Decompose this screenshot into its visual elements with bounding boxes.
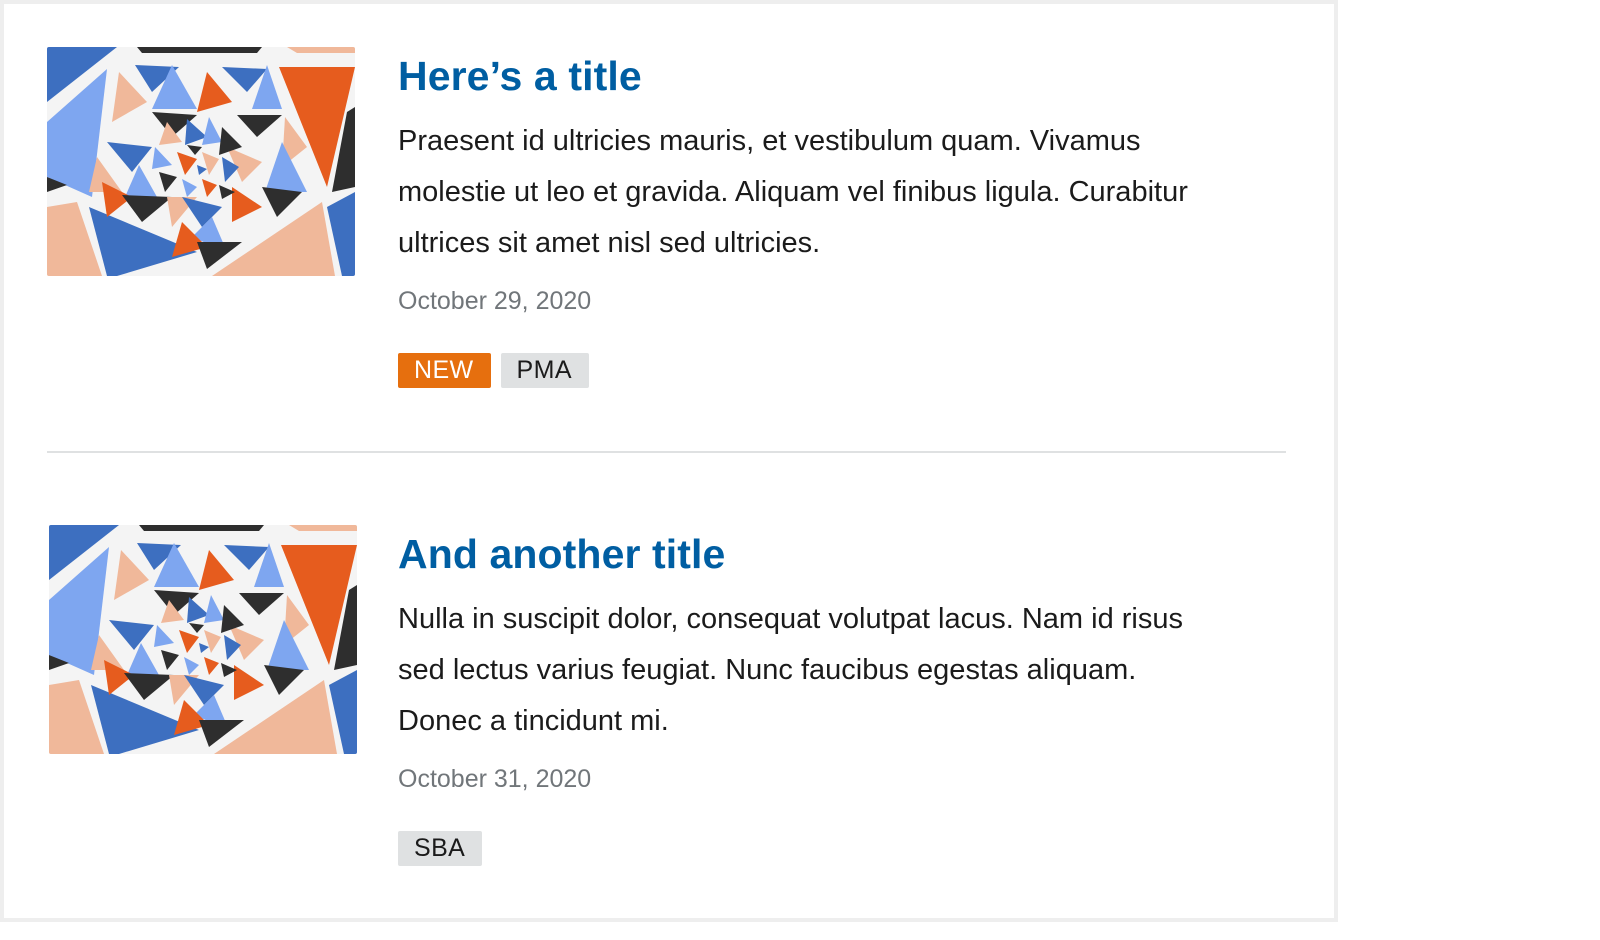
item-description: Nulla in suscipit dolor, consequat volut…	[398, 603, 1183, 737]
geometric-pattern-image	[47, 47, 355, 276]
tag-list: SBA	[398, 831, 1248, 866]
item-date: October 29, 2020	[398, 287, 592, 315]
item-description: Praesent id ultricies mauris, et vestibu…	[398, 125, 1188, 259]
geometric-pattern-image	[49, 525, 357, 754]
collection-item: Here’s a title Praesent id ultricies mau…	[47, 47, 1286, 407]
tag-pma[interactable]: PMA	[500, 353, 589, 388]
item-thumbnail-image[interactable]	[49, 525, 357, 754]
item-divider	[47, 451, 1286, 453]
item-content: Here’s a title Praesent id ultricies mau…	[398, 47, 1248, 388]
collection-item: And another title Nulla in suscipit dolo…	[47, 525, 1286, 885]
collection-panel: Here’s a title Praesent id ultricies mau…	[0, 0, 1338, 922]
item-thumbnail-image[interactable]	[47, 47, 355, 276]
item-title-link[interactable]: And another title	[398, 528, 725, 580]
item-content: And another title Nulla in suscipit dolo…	[398, 525, 1248, 866]
tag-new[interactable]: NEW	[398, 353, 491, 388]
item-title-link[interactable]: Here’s a title	[398, 50, 642, 102]
tag-sba[interactable]: SBA	[398, 831, 483, 866]
item-date: October 31, 2020	[398, 765, 592, 793]
tag-list: NEW PMA	[398, 353, 1248, 388]
